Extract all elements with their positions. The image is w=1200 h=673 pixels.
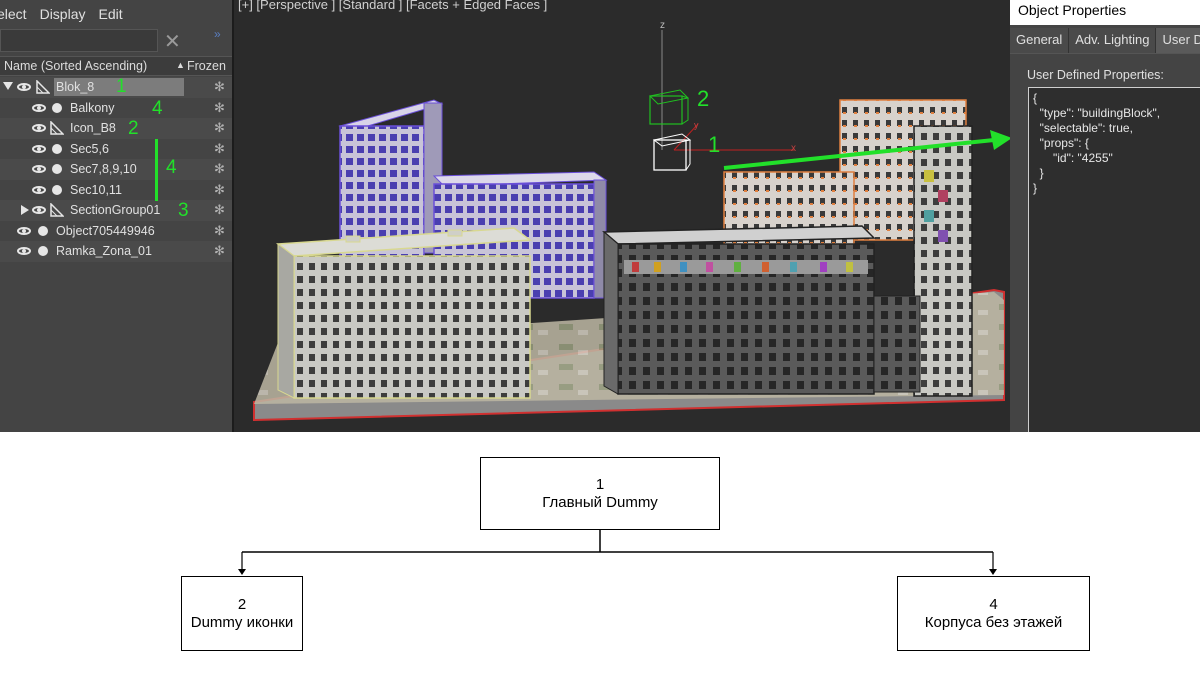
frozen-toggle-icon[interactable]: ✻ (214, 161, 225, 177)
collapse-panel-icon[interactable]: » (214, 27, 221, 41)
node-label: Главный Dummy (542, 493, 658, 511)
tree-row-label: Balkony (70, 100, 115, 115)
visibility-eye-icon[interactable] (32, 124, 46, 132)
geometry-object-icon (52, 164, 62, 174)
annotation-number: 4 (166, 157, 177, 178)
annotation-bracket (155, 139, 158, 201)
tree-row-sectiongroup01[interactable]: SectionGroup01 3 ✻ (0, 200, 232, 221)
geometry-object-icon (38, 246, 48, 256)
frozen-toggle-icon[interactable]: ✻ (214, 79, 225, 95)
tab-adv-lighting[interactable]: Adv. Lighting (1069, 28, 1157, 53)
search-row: ✕ » (0, 27, 232, 54)
annotation-number: 4 (152, 97, 163, 119)
tree-row-icon-b8[interactable]: Icon_B8 2 ✻ (0, 118, 232, 139)
viewport-label[interactable]: [+] [Perspective ] [Standard ] [Facets +… (238, 0, 547, 12)
expand-arrow-icon[interactable] (21, 205, 29, 215)
visibility-eye-icon[interactable] (32, 103, 46, 112)
tree-row-balkony[interactable]: Balkony 4 ✻ (0, 98, 232, 119)
menu-edit[interactable]: Edit (94, 6, 131, 22)
node-number: 1 (595, 475, 605, 493)
node-number: 4 (989, 595, 998, 613)
z-axis-label: z (660, 20, 665, 31)
frozen-toggle-icon[interactable]: ✻ (214, 223, 225, 239)
frozen-toggle-icon[interactable]: ✻ (214, 202, 225, 218)
tree-row-label: Ramka_Zona_01 (56, 244, 152, 258)
clear-search-icon[interactable]: ✕ (164, 29, 181, 54)
annotation-number: 2 (697, 86, 709, 111)
tree-row-label: SectionGroup01 (70, 203, 161, 217)
search-input[interactable] (0, 29, 158, 52)
helper-dummy-icon (50, 203, 64, 217)
visibility-eye-icon[interactable] (17, 226, 31, 235)
frozen-toggle-icon[interactable]: ✻ (214, 141, 225, 157)
scene-explorer: elect Display Edit ✕ » Name (Sorted Asce… (0, 0, 232, 432)
tree-row-ramka-zona-01[interactable]: Ramka_Zona_01 ✻ (0, 241, 232, 262)
helper-dummy-icon (50, 121, 64, 135)
geometry-object-icon (52, 102, 62, 113)
frozen-column-header[interactable]: Frozen (187, 59, 226, 73)
node-number: 2 (237, 595, 247, 613)
annotation-number: 3 (178, 200, 189, 221)
explorer-menubar: elect Display Edit (0, 0, 232, 28)
visibility-eye-icon[interactable] (32, 165, 46, 173)
annotation-number: 1 (116, 76, 127, 97)
menu-select[interactable]: elect (0, 6, 36, 22)
user-defined-properties-textarea[interactable]: { "type": "buildingBlock", "selectable":… (1028, 87, 1200, 432)
tree-row-sec10-11[interactable]: Sec10,11 ✻ (0, 180, 232, 201)
hierarchy-diagram: 1 Главный Dummy 2 Dummy иконки 4 Корпуса… (0, 432, 1200, 673)
tree-row-label: Sec7,8,9,10 (70, 162, 137, 176)
main-dummy-box[interactable] (652, 133, 692, 171)
geometry-object-icon (52, 143, 62, 154)
annotation-number: 2 (128, 118, 139, 139)
expand-arrow-icon[interactable] (3, 82, 13, 90)
tree-row-label: Icon_B8 (70, 121, 116, 135)
annotation-number: 1 (708, 132, 720, 157)
frozen-toggle-icon[interactable]: ✻ (214, 182, 225, 198)
column-header: Name (Sorted Ascending) ▲ Frozen (0, 56, 232, 76)
tree-row-object705449946[interactable]: Object705449946 ✻ (0, 221, 232, 242)
frozen-toggle-icon[interactable]: ✻ (214, 243, 225, 259)
sort-ascending-icon: ▲ (176, 60, 185, 70)
geometry-object-icon (38, 225, 48, 236)
root-node-main-dummy: 1 Главный Dummy (480, 457, 720, 530)
object-properties-dialog: Object Properties General Adv. Lighting … (1010, 0, 1200, 432)
tab-user-defined[interactable]: User D (1156, 28, 1200, 53)
x-axis-label: x (791, 143, 796, 154)
visibility-eye-icon[interactable] (32, 206, 46, 214)
child-node-icon-dummy: 2 Dummy иконки (181, 576, 303, 651)
visibility-eye-icon[interactable] (32, 144, 46, 153)
tree-row-label: Sec10,11 (70, 182, 122, 197)
menu-display[interactable]: Display (36, 6, 95, 22)
tab-general[interactable]: General (1010, 28, 1070, 53)
scene-render: z x y 2 1 (253, 20, 1012, 422)
child-node-buildings: 4 Корпуса без этажей (897, 576, 1090, 651)
tree-row-label: Sec5,6 (70, 141, 109, 156)
tree-row-label: Blok_8 (56, 80, 95, 94)
dialog-title: Object Properties (1010, 0, 1200, 25)
frozen-toggle-icon[interactable]: ✻ (214, 100, 225, 116)
max-screenshot: elect Display Edit ✕ » Name (Sorted Asce… (0, 0, 1200, 432)
visibility-eye-icon[interactable] (17, 83, 31, 91)
tree-row-sec5-6[interactable]: Sec5,6 ✻ (0, 139, 232, 160)
properties-tabs: General Adv. Lighting User D (1010, 28, 1200, 54)
user-defined-properties-label: User Defined Properties: (1027, 68, 1164, 82)
name-column-header[interactable]: Name (Sorted Ascending) (4, 59, 147, 73)
node-label: Dummy иконки (190, 613, 294, 631)
y-axis-label: y (694, 120, 699, 130)
icon-dummy-box[interactable] (648, 89, 690, 125)
visibility-eye-icon[interactable] (32, 185, 46, 194)
tree-row-blok-8[interactable]: Blok_8 1 ✻ (0, 76, 232, 98)
perspective-viewport[interactable]: z x y 2 1 [+] [Perspective] [Standard]… (232, 0, 1012, 432)
frozen-toggle-icon[interactable]: ✻ (214, 120, 225, 136)
tree-row-label: Object705449946 (56, 223, 155, 238)
geometry-object-icon (52, 184, 62, 195)
tree-row-sec7-10[interactable]: Sec7,8,9,10 4 ✻ (0, 157, 232, 180)
visibility-eye-icon[interactable] (17, 247, 31, 255)
node-label: Корпуса без этажей (924, 613, 1063, 631)
scene-tree: Blok_8 1 ✻ Balkony 4 ✻ Icon_B8 2 ✻ Sec5,… (0, 76, 232, 262)
helper-dummy-icon (36, 80, 50, 94)
